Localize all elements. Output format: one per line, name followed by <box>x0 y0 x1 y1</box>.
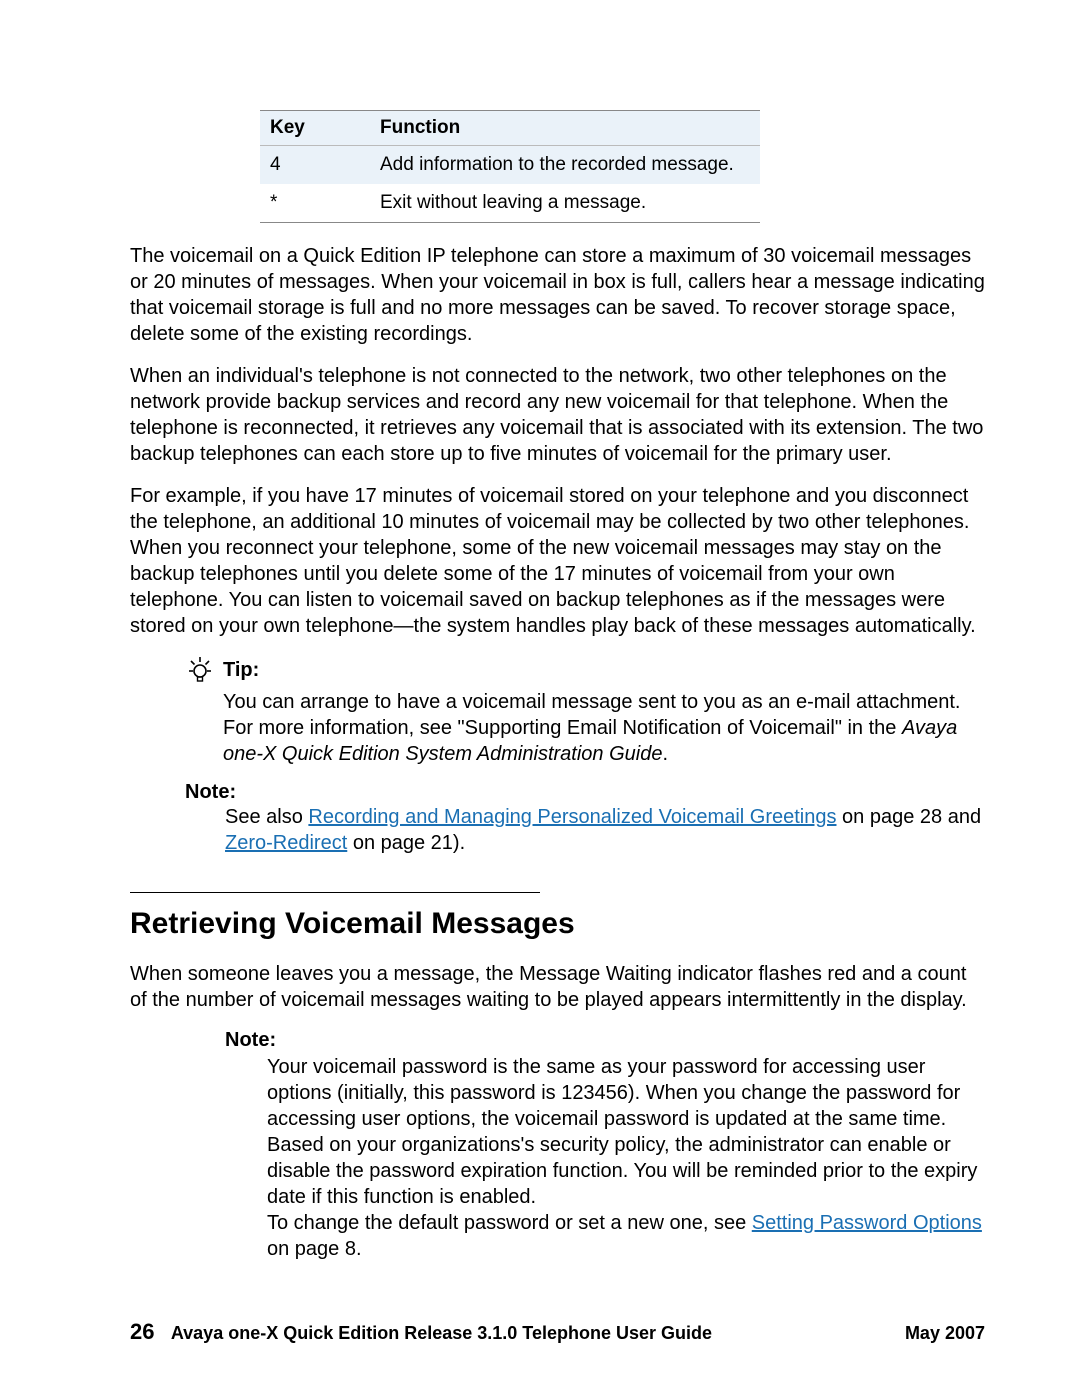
footer-title: Avaya one-X Quick Edition Release 3.1.0 … <box>171 1323 712 1343</box>
note-text: on page 21). <box>347 832 465 854</box>
table-header-key: Key <box>260 111 370 146</box>
link-greetings[interactable]: Recording and Managing Personalized Voic… <box>308 806 836 828</box>
table-row: * Exit without leaving a message. <box>260 184 760 223</box>
link-password-options[interactable]: Setting Password Options <box>752 1212 982 1234</box>
link-zero-redirect[interactable]: Zero-Redirect <box>225 832 347 854</box>
page-footer: 26 Avaya one-X Quick Edition Release 3.1… <box>130 1319 985 1345</box>
key-function-table: Key Function 4 Add information to the re… <box>260 110 760 223</box>
note-block: Note: See also Recording and Managing Pe… <box>185 781 985 856</box>
table-header-function: Function <box>370 111 760 146</box>
note-body: See also Recording and Managing Personal… <box>225 804 985 856</box>
note-body: Your voicemail password is the same as y… <box>267 1054 985 1262</box>
note-block: Note: Your voicemail password is the sam… <box>225 1029 985 1262</box>
paragraph: When someone leaves you a message, the M… <box>130 961 985 1013</box>
note-text: See also <box>225 806 308 828</box>
note-label: Note: <box>225 1029 985 1052</box>
tip-body: You can arrange to have a voicemail mess… <box>223 689 985 767</box>
note-text: on page 28 and <box>836 806 981 828</box>
cell-function: Add information to the recorded message. <box>370 146 760 185</box>
note-label: Note: <box>185 781 985 804</box>
tip-text: You can arrange to have a voicemail mess… <box>223 691 960 739</box>
lightbulb-icon <box>185 655 215 685</box>
footer-left: 26 Avaya one-X Quick Edition Release 3.1… <box>130 1319 712 1345</box>
cell-key: 4 <box>260 146 370 185</box>
tip-label: Tip: <box>223 659 259 682</box>
table-row: 4 Add information to the recorded messag… <box>260 146 760 185</box>
section-divider <box>130 892 540 893</box>
paragraph: The voicemail on a Quick Edition IP tele… <box>130 243 985 347</box>
document-page: Key Function 4 Add information to the re… <box>0 0 1080 1397</box>
paragraph: For example, if you have 17 minutes of v… <box>130 483 985 639</box>
note-text: Your voicemail password is the same as y… <box>267 1056 977 1208</box>
cell-function: Exit without leaving a message. <box>370 184 760 223</box>
cell-key: * <box>260 184 370 223</box>
tip-block: Tip: You can arrange to have a voicemail… <box>185 655 985 767</box>
page-number: 26 <box>130 1319 154 1344</box>
section-heading: Retrieving Voicemail Messages <box>130 907 985 941</box>
note-text: on page 8. <box>267 1238 362 1260</box>
note-text: To change the default password or set a … <box>267 1212 752 1234</box>
tip-text-post: . <box>662 743 668 765</box>
footer-date: May 2007 <box>905 1323 985 1344</box>
paragraph: When an individual's telephone is not co… <box>130 363 985 467</box>
